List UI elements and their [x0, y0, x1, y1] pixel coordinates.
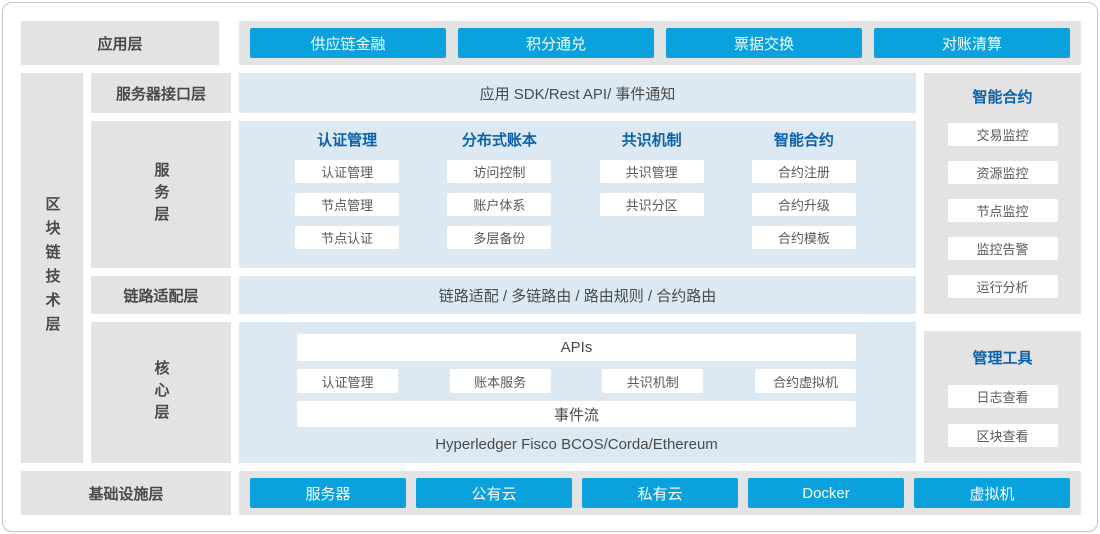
core-layer-label: 核心层 [91, 322, 231, 463]
node-public-cloud: 公有云 [416, 478, 572, 508]
management-tools-panel-title: 管理工具 [972, 349, 1032, 369]
infra-layer-label: 基础设施层 [21, 471, 231, 515]
node-consensus-management: 共识管理 [600, 160, 704, 183]
node-server: 服务器 [250, 478, 406, 508]
node-node-management: 节点管理 [295, 193, 399, 216]
node-reconciliation-clearing: 对账清算 [874, 28, 1070, 58]
node-supply-chain-finance: 供应链金融 [250, 28, 446, 58]
service-column-title: 共识机制 [622, 131, 682, 151]
node-node-authentication: 节点认证 [295, 226, 399, 249]
platforms-text: Hyperledger Fisco BCOS/Corda/Ethereum [297, 436, 856, 453]
server-interface-layer-label: 服务器接口层 [91, 73, 231, 113]
apis-bar: APIs [297, 334, 856, 361]
smart-contract-panel: 智能合约 交易监控 资源监控 节点监控 监控告警 运行分析 [924, 73, 1081, 314]
service-column-title: 智能合约 [774, 131, 834, 151]
node-operation-analysis: 运行分析 [948, 275, 1058, 298]
core-layer-label-text: 核心层 [151, 360, 172, 426]
node-monitor-alarm: 监控告警 [948, 237, 1058, 260]
node-ledger-service: 账本服务 [450, 369, 551, 393]
node-multilayer-backup: 多层备份 [447, 226, 551, 249]
node-virtual-machine: 虚拟机 [914, 478, 1070, 508]
service-column-smart-contract: 智能合约 合约注册 合约升级 合约模板 [728, 131, 880, 268]
node-private-cloud: 私有云 [582, 478, 738, 508]
node-log-viewer: 日志查看 [948, 385, 1058, 408]
blockchain-tech-layer-label: 区块链技术层 [21, 73, 83, 463]
link-adapter-band: 链路适配 / 多链路由 / 路由规则 / 合约路由 [239, 276, 916, 314]
service-column-title: 分布式账本 [462, 131, 537, 151]
core-layer-panel: APIs 认证管理 账本服务 共识机制 合约虚拟机 事件流 Hyperledge… [239, 322, 916, 463]
service-layer-panel: 认证管理 认证管理 节点管理 节点认证 分布式账本 访问控制 账户体系 多层备份… [239, 121, 916, 268]
node-bill-exchange: 票据交换 [666, 28, 862, 58]
link-adapter-layer-label: 链路适配层 [91, 276, 231, 314]
node-points-exchange: 积分通兑 [458, 28, 654, 58]
node-block-viewer: 区块查看 [948, 424, 1058, 447]
diagram-frame: 应用层 供应链金融 积分通兑 票据交换 对账清算 区块链技术层 服务器接口层 应… [2, 2, 1098, 532]
node-core-auth-management: 认证管理 [297, 369, 398, 393]
node-access-control: 访问控制 [447, 160, 551, 183]
service-column-title: 认证管理 [317, 131, 377, 151]
blockchain-tech-layer-label-text: 区块链技术层 [42, 196, 63, 340]
node-consensus-partition: 共识分区 [600, 193, 704, 216]
node-contract-upgrade: 合约升级 [752, 193, 856, 216]
service-column-auth: 认证管理 认证管理 节点管理 节点认证 [271, 131, 423, 268]
node-node-monitor: 节点监控 [948, 199, 1058, 222]
node-consensus-mechanism: 共识机制 [602, 369, 703, 393]
event-stream-bar: 事件流 [297, 401, 856, 427]
sdk-api-band: 应用 SDK/Rest API/ 事件通知 [239, 73, 916, 113]
node-transaction-monitor: 交易监控 [948, 123, 1058, 146]
node-contract-template: 合约模板 [752, 226, 856, 249]
service-layer-label: 服务层 [91, 121, 231, 268]
node-contract-vm: 合约虚拟机 [755, 369, 856, 393]
service-layer-label-text: 服务层 [151, 162, 172, 228]
smart-contract-panel-title: 智能合约 [972, 88, 1032, 108]
app-layer-band: 供应链金融 积分通兑 票据交换 对账清算 [239, 21, 1081, 65]
node-contract-register: 合约注册 [752, 160, 856, 183]
node-auth-management: 认证管理 [295, 160, 399, 183]
diagram-canvas: 应用层 供应链金融 积分通兑 票据交换 对账清算 区块链技术层 服务器接口层 应… [0, 0, 1100, 534]
infra-layer-band: 服务器 公有云 私有云 Docker 虚拟机 [239, 471, 1081, 515]
node-resource-monitor: 资源监控 [948, 161, 1058, 184]
core-chips-row: 认证管理 账本服务 共识机制 合约虚拟机 [297, 369, 856, 393]
management-tools-panel: 管理工具 日志查看 区块查看 [924, 331, 1081, 463]
app-layer-label: 应用层 [21, 21, 219, 65]
service-column-consensus: 共识机制 共识管理 共识分区 [576, 131, 728, 268]
node-account-system: 账户体系 [447, 193, 551, 216]
node-docker: Docker [748, 478, 904, 508]
service-column-ledger: 分布式账本 访问控制 账户体系 多层备份 [423, 131, 575, 268]
